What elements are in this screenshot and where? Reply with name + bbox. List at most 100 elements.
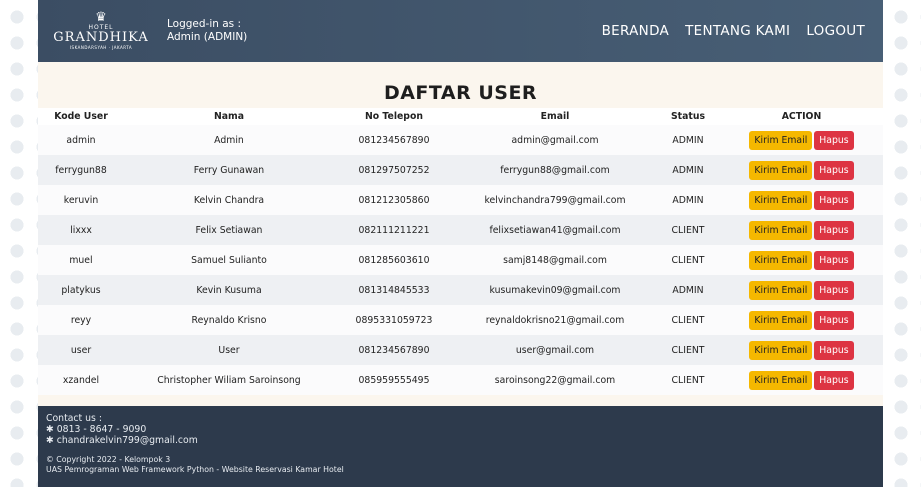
cell-email: reynaldokrisno21@gmail.com — [454, 305, 656, 335]
cell-kode-user: lixxx — [38, 215, 124, 245]
nav-logout[interactable]: LOGOUT — [806, 23, 865, 39]
cell-action: Kirim Email Hapus — [720, 245, 883, 275]
column-header-nama: Nama — [124, 108, 334, 125]
cell-no-telepon: 081314845533 — [334, 275, 454, 305]
cell-action: Kirim Email Hapus — [720, 125, 883, 155]
cell-nama: Ferry Gunawan — [124, 155, 334, 185]
cell-kode-user: admin — [38, 125, 124, 155]
cell-status: ADMIN — [656, 125, 720, 155]
cell-email: admin@gmail.com — [454, 125, 656, 155]
cell-status: CLIENT — [656, 365, 720, 395]
hapus-button[interactable]: Hapus — [814, 310, 854, 330]
navbar: ♛ HOTEL GRANDHIKA ISKANDARSYAH · JAKARTA… — [38, 0, 883, 62]
cell-nama: Kelvin Chandra — [124, 185, 334, 215]
hapus-button[interactable]: Hapus — [814, 160, 854, 180]
cell-kode-user: user — [38, 335, 124, 365]
contact-label: Contact us : — [46, 413, 102, 424]
cell-action: Kirim Email Hapus — [720, 335, 883, 365]
cell-email: kelvinchandra799@gmail.com — [454, 185, 656, 215]
table-header-row: Kode User Nama No Telepon Email Status A… — [38, 108, 883, 125]
kirim-email-button[interactable]: Kirim Email — [749, 370, 813, 390]
cell-no-telepon: 081297507252 — [334, 155, 454, 185]
cell-status: CLIENT — [656, 305, 720, 335]
cell-nama: User — [124, 335, 334, 365]
hotel-logo[interactable]: ♛ HOTEL GRANDHIKA ISKANDARSYAH · JAKARTA — [53, 9, 149, 53]
cell-action: Kirim Email Hapus — [720, 155, 883, 185]
cell-email: ferrygun88@gmail.com — [454, 155, 656, 185]
contact-phone: ✱ 0813 - 8647 - 9090 — [46, 424, 147, 435]
cell-kode-user: reyy — [38, 305, 124, 335]
hapus-button[interactable]: Hapus — [814, 220, 854, 240]
cell-no-telepon: 081234567890 — [334, 125, 454, 155]
user-table: Kode User Nama No Telepon Email Status A… — [38, 108, 883, 395]
cell-action: Kirim Email Hapus — [720, 275, 883, 305]
cell-email: user@gmail.com — [454, 335, 656, 365]
cell-action: Kirim Email Hapus — [720, 365, 883, 395]
cell-kode-user: xzandel — [38, 365, 124, 395]
cell-status: ADMIN — [656, 155, 720, 185]
page-frame: ♛ HOTEL GRANDHIKA ISKANDARSYAH · JAKARTA… — [38, 0, 883, 487]
cell-no-telepon: 081234567890 — [334, 335, 454, 365]
cell-kode-user: muel — [38, 245, 124, 275]
cell-status: CLIENT — [656, 215, 720, 245]
cell-no-telepon: 082111211221 — [334, 215, 454, 245]
copyright-text: © Copyright 2022 - Kelompok 3 — [46, 455, 171, 464]
cell-status: ADMIN — [656, 185, 720, 215]
cell-no-telepon: 0895331059723 — [334, 305, 454, 335]
crown-icon: ♛ — [95, 9, 107, 25]
table-row: keruvin Kelvin Chandra 081212305860 kelvinc… — [38, 185, 883, 215]
cell-nama: Kevin Kusuma — [124, 275, 334, 305]
cell-nama: Felix Setiawan — [124, 215, 334, 245]
table-row: ferrygun88 Ferry Gunawan 081297507252 ferry… — [38, 155, 883, 185]
nav-links: BERANDA TENTANG KAMI LOGOUT — [602, 23, 865, 39]
table-row: muel Samuel Sulianto 081285603610 samj8148@… — [38, 245, 883, 275]
table-row: reyy Reynaldo Krisno 0895331059723 reynaldo… — [38, 305, 883, 335]
kirim-email-button[interactable]: Kirim Email — [749, 340, 813, 360]
table-row: xzandel Christopher Wiliam Saroinsong 0859… — [38, 365, 883, 395]
table-row: lixxx Felix Setiawan 082111211221 felixseti… — [38, 215, 883, 245]
kirim-email-button[interactable]: Kirim Email — [749, 190, 813, 210]
course-text: UAS Pemrograman Web Framework Python - W… — [46, 465, 344, 474]
cell-email: felixsetiawan41@gmail.com — [454, 215, 656, 245]
contact-email: ✱ chandrakelvin799@gmail.com — [46, 435, 198, 446]
cell-kode-user: keruvin — [38, 185, 124, 215]
table-body: admin Admin 081234567890 admin@gmail.com ADM… — [38, 125, 883, 395]
page-title: DAFTAR USER — [383, 82, 538, 104]
nav-beranda[interactable]: BERANDA — [602, 23, 669, 39]
kirim-email-button[interactable]: Kirim Email — [749, 310, 813, 330]
cell-status: CLIENT — [656, 335, 720, 365]
cell-status: ADMIN — [656, 275, 720, 305]
hapus-button[interactable]: Hapus — [814, 370, 854, 390]
column-header-status: Status — [656, 108, 720, 125]
cell-action: Kirim Email Hapus — [720, 305, 883, 335]
login-user: Admin (ADMIN) — [167, 31, 248, 43]
kirim-email-button[interactable]: Kirim Email — [749, 220, 813, 240]
cell-nama: Samuel Sulianto — [124, 245, 334, 275]
cell-action: Kirim Email Hapus — [720, 185, 883, 215]
hapus-button[interactable]: Hapus — [814, 250, 854, 270]
column-header-action: ACTION — [720, 108, 883, 125]
kirim-email-button[interactable]: Kirim Email — [749, 130, 813, 150]
cell-status: CLIENT — [656, 245, 720, 275]
kirim-email-button[interactable]: Kirim Email — [749, 280, 813, 300]
hapus-button[interactable]: Hapus — [814, 340, 854, 360]
kirim-email-button[interactable]: Kirim Email — [749, 250, 813, 270]
hapus-button[interactable]: Hapus — [814, 280, 854, 300]
cell-email: kusumakevin09@gmail.com — [454, 275, 656, 305]
table-row: admin Admin 081234567890 admin@gmail.com ADM… — [38, 125, 883, 155]
cell-no-telepon: 085959555495 — [334, 365, 454, 395]
kirim-email-button[interactable]: Kirim Email — [749, 160, 813, 180]
cell-email: saroinsong22@gmail.com — [454, 365, 656, 395]
cell-email: samj8148@gmail.com — [454, 245, 656, 275]
logo-brand-text: GRANDHIKA — [53, 29, 149, 45]
cell-nama: Christopher Wiliam Saroinsong — [124, 365, 334, 395]
hapus-button[interactable]: Hapus — [814, 190, 854, 210]
login-label: Logged-in as : — [167, 18, 242, 30]
cell-kode-user: platykus — [38, 275, 124, 305]
cell-no-telepon: 081212305860 — [334, 185, 454, 215]
cell-kode-user: ferrygun88 — [38, 155, 124, 185]
cell-no-telepon: 081285603610 — [334, 245, 454, 275]
hapus-button[interactable]: Hapus — [814, 130, 854, 150]
footer: Contact us : ✱ 0813 - 8647 - 9090 ✱ chan… — [38, 406, 883, 487]
nav-tentang-kami[interactable]: TENTANG KAMI — [685, 23, 790, 39]
